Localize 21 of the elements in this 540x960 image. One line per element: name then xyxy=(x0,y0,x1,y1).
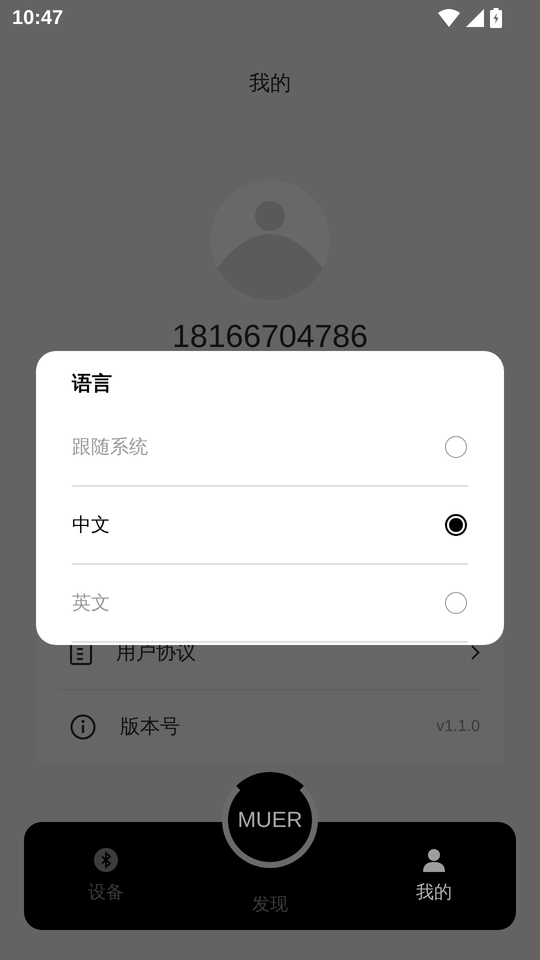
radio-button[interactable] xyxy=(445,592,467,614)
nav-tab[interactable]: 设备 xyxy=(24,822,188,930)
radio-button[interactable] xyxy=(445,514,467,536)
info-icon xyxy=(70,714,96,740)
phone-number: 18166704786 xyxy=(172,317,368,356)
chevron-right-icon xyxy=(471,645,480,660)
nav-tab[interactable]: 我的 xyxy=(352,822,516,930)
language-option[interactable]: 英文 xyxy=(72,565,468,643)
battery-icon xyxy=(490,8,502,28)
wifi-icon xyxy=(438,9,460,27)
center-logo-button[interactable]: MUER xyxy=(222,772,318,868)
menu-label: 版本号 xyxy=(120,713,181,740)
status-time: 10:47 xyxy=(12,6,64,30)
language-option[interactable]: 跟随系统 xyxy=(72,409,468,487)
bluetooth-icon xyxy=(94,848,118,872)
person-icon xyxy=(423,848,445,872)
language-option[interactable]: 中文 xyxy=(72,487,468,565)
page-title: 我的 xyxy=(249,70,291,97)
signal-icon xyxy=(466,9,484,27)
radio-button[interactable] xyxy=(445,436,467,458)
dialog-title: 语言 xyxy=(72,370,113,397)
